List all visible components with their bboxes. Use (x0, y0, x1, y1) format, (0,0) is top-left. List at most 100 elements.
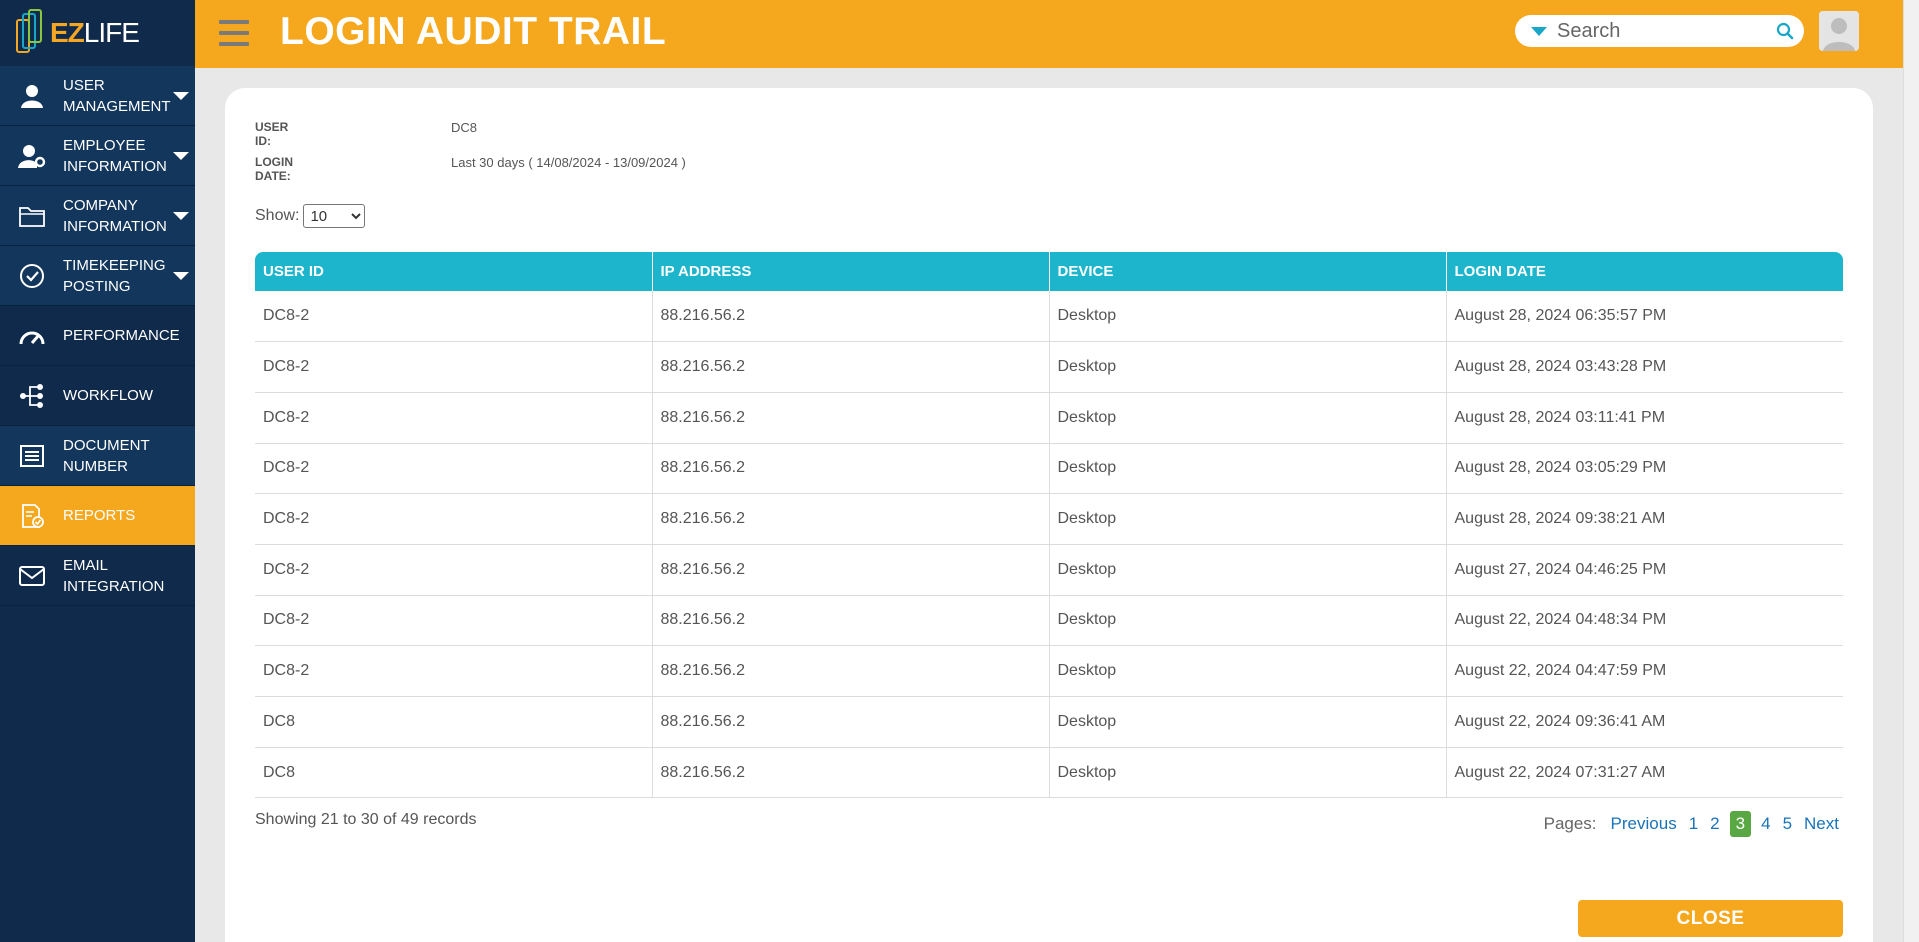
show-label: Show: (255, 207, 300, 224)
records-summary: Showing 21 to 30 of 49 records (255, 811, 477, 828)
page-link-1[interactable]: 1 (1689, 814, 1698, 834)
cell-user-id: DC8 (255, 696, 653, 748)
close-button[interactable]: CLOSE (1578, 900, 1843, 937)
hamburger-menu-icon[interactable] (219, 20, 249, 46)
table-row: DC8 88.216.56.2 Desktop August 22, 2024 07:… (255, 747, 1843, 799)
sidebar-item-workflow[interactable]: WORKFLOW (0, 366, 195, 426)
cell-device: Desktop (1049, 747, 1447, 799)
table-row: DC8-2 88.216.56.2 Desktop August 22, 2024 0… (255, 595, 1843, 647)
cell-ip-address: 88.216.56.2 (652, 341, 1050, 393)
sidebar-item-reports[interactable]: REPORTS (0, 486, 195, 546)
mail-icon (0, 565, 63, 587)
cell-ip-address: 88.216.56.2 (652, 595, 1050, 647)
page-size-select[interactable]: 10 (303, 204, 366, 228)
list-icon (0, 444, 63, 468)
column-header-ip-address[interactable]: IP ADDRESS (652, 252, 1050, 291)
search-input[interactable] (1557, 19, 1777, 43)
chevron-down-icon[interactable] (173, 212, 189, 220)
cell-ip-address: 88.216.56.2 (652, 747, 1050, 799)
gauge-icon (0, 326, 63, 346)
cell-user-id: DC8-2 (255, 392, 653, 444)
login-date-value: Last 30 days ( 14/08/2024 - 13/09/2024 ) (451, 155, 686, 170)
pages-label: Pages: (1543, 814, 1597, 833)
table-row: DC8-2 88.216.56.2 Desktop August 28, 2024 0… (255, 291, 1843, 343)
search-filter-dropdown-icon[interactable] (1531, 26, 1547, 36)
app-logo[interactable]: EZLIFE (0, 0, 195, 66)
column-header-user-id[interactable]: USER ID (255, 252, 653, 291)
user-id-value: DC8 (451, 120, 478, 135)
cell-ip-address: 88.216.56.2 (652, 291, 1050, 343)
audit-trail-card: USER ID: DC8 LOGIN DATE: Last 30 days ( … (225, 88, 1873, 942)
chevron-down-icon[interactable] (173, 92, 189, 100)
page-size-control: Show: 10 (255, 204, 366, 228)
page-link-5[interactable]: 5 (1783, 814, 1792, 834)
cell-login-date: August 22, 2024 09:36:41 AM (1446, 696, 1843, 748)
cell-login-date: August 28, 2024 03:43:28 PM (1446, 341, 1843, 393)
cell-ip-address: 88.216.56.2 (652, 443, 1050, 495)
sidebar-item-email-integration[interactable]: EMAIL INTEGRATION (0, 546, 195, 606)
report-icon (0, 503, 63, 529)
sidebar-item-document-number[interactable]: DOCUMENT NUMBER (0, 426, 195, 486)
cell-login-date: August 27, 2024 04:46:25 PM (1446, 544, 1843, 596)
current-page-indicator[interactable]: 3 (1729, 811, 1752, 837)
page-scrollbar[interactable] (1903, 0, 1919, 942)
login-audit-table: USER ID IP ADDRESS DEVICE LOGIN DATE DC8… (255, 252, 1843, 799)
top-header: LOGIN AUDIT TRAIL (195, 0, 1903, 68)
sidebar-item-label: PERFORMANCE (63, 327, 180, 344)
cell-ip-address: 88.216.56.2 (652, 544, 1050, 596)
cell-device: Desktop (1049, 341, 1447, 393)
page-link-4[interactable]: 4 (1761, 814, 1770, 834)
sidebar-item-label: DOCUMENT NUMBER (63, 436, 150, 475)
cell-user-id: DC8-2 (255, 595, 653, 647)
sidebar-nav: USER MANAGEMENT EMPLOYEE INFORMATION COMPANY… (0, 66, 195, 606)
cell-login-date: August 28, 2024 06:35:57 PM (1446, 291, 1843, 343)
sidebar-item-label: REPORTS (63, 507, 136, 524)
table-row: DC8-2 88.216.56.2 Desktop August 27, 2024 0… (255, 544, 1843, 596)
cell-ip-address: 88.216.56.2 (652, 392, 1050, 444)
cell-login-date: August 28, 2024 03:11:41 PM (1446, 392, 1843, 444)
sidebar-item-employee-information[interactable]: EMPLOYEE INFORMATION (0, 126, 195, 186)
cell-user-id: DC8-2 (255, 493, 653, 545)
cell-user-id: DC8-2 (255, 645, 653, 697)
user-id-label: USER ID: (255, 120, 289, 148)
avatar[interactable] (1819, 11, 1859, 51)
table-row: DC8-2 88.216.56.2 Desktop August 22, 2024 0… (255, 645, 1843, 697)
chevron-down-icon[interactable] (173, 272, 189, 280)
cell-device: Desktop (1049, 544, 1447, 596)
sidebar-item-label: EMAIL INTEGRATION (63, 556, 165, 595)
cell-ip-address: 88.216.56.2 (652, 696, 1050, 748)
sidebar-item-company-information[interactable]: COMPANY INFORMATION (0, 186, 195, 246)
column-header-device[interactable]: DEVICE (1049, 252, 1447, 291)
search-icon[interactable] (1776, 22, 1794, 40)
logo-mark-icon (14, 9, 44, 57)
login-date-label: LOGIN DATE: (255, 155, 293, 183)
page-link-2[interactable]: 2 (1710, 814, 1719, 834)
column-header-login-date[interactable]: LOGIN DATE (1446, 252, 1843, 291)
table-row: DC8 88.216.56.2 Desktop August 22, 2024 09:… (255, 696, 1843, 748)
cell-user-id: DC8-2 (255, 544, 653, 596)
logo-life: LIFE (83, 17, 140, 48)
logo-ez: EZ (50, 17, 85, 48)
table-body: DC8-2 88.216.56.2 Desktop August 28, 2024 0… (255, 291, 1843, 799)
sidebar-item-user-management[interactable]: USER MANAGEMENT (0, 66, 195, 126)
cell-device: Desktop (1049, 392, 1447, 444)
logo-text: EZLIFE (50, 17, 140, 49)
avatar-person-icon (1819, 11, 1859, 51)
cell-user-id: DC8-2 (255, 443, 653, 495)
chevron-down-icon[interactable] (173, 152, 189, 160)
next-page-link[interactable]: Next (1804, 814, 1839, 834)
table-row: DC8-2 88.216.56.2 Desktop August 28, 2024 0… (255, 392, 1843, 444)
cell-user-id: DC8-2 (255, 291, 653, 343)
cell-login-date: August 22, 2024 04:48:34 PM (1446, 595, 1843, 647)
table-header-row: USER ID IP ADDRESS DEVICE LOGIN DATE (255, 252, 1843, 291)
check-circle-icon (0, 263, 63, 289)
user-icon (0, 83, 63, 109)
sidebar-item-timekeeping-posting[interactable]: TIMEKEEPING POSTING (0, 246, 195, 306)
previous-page-link[interactable]: Previous (1611, 814, 1677, 834)
sidebar-item-label: TIMEKEEPING POSTING (63, 256, 166, 295)
sidebar: EZLIFE USER MANAGEMENT EMPLOYEE INFORMATION… (0, 0, 195, 942)
cell-user-id: DC8 (255, 747, 653, 799)
table-row: DC8-2 88.216.56.2 Desktop August 28, 2024 0… (255, 341, 1843, 393)
sidebar-item-performance[interactable]: PERFORMANCE (0, 306, 195, 366)
cell-ip-address: 88.216.56.2 (652, 493, 1050, 545)
